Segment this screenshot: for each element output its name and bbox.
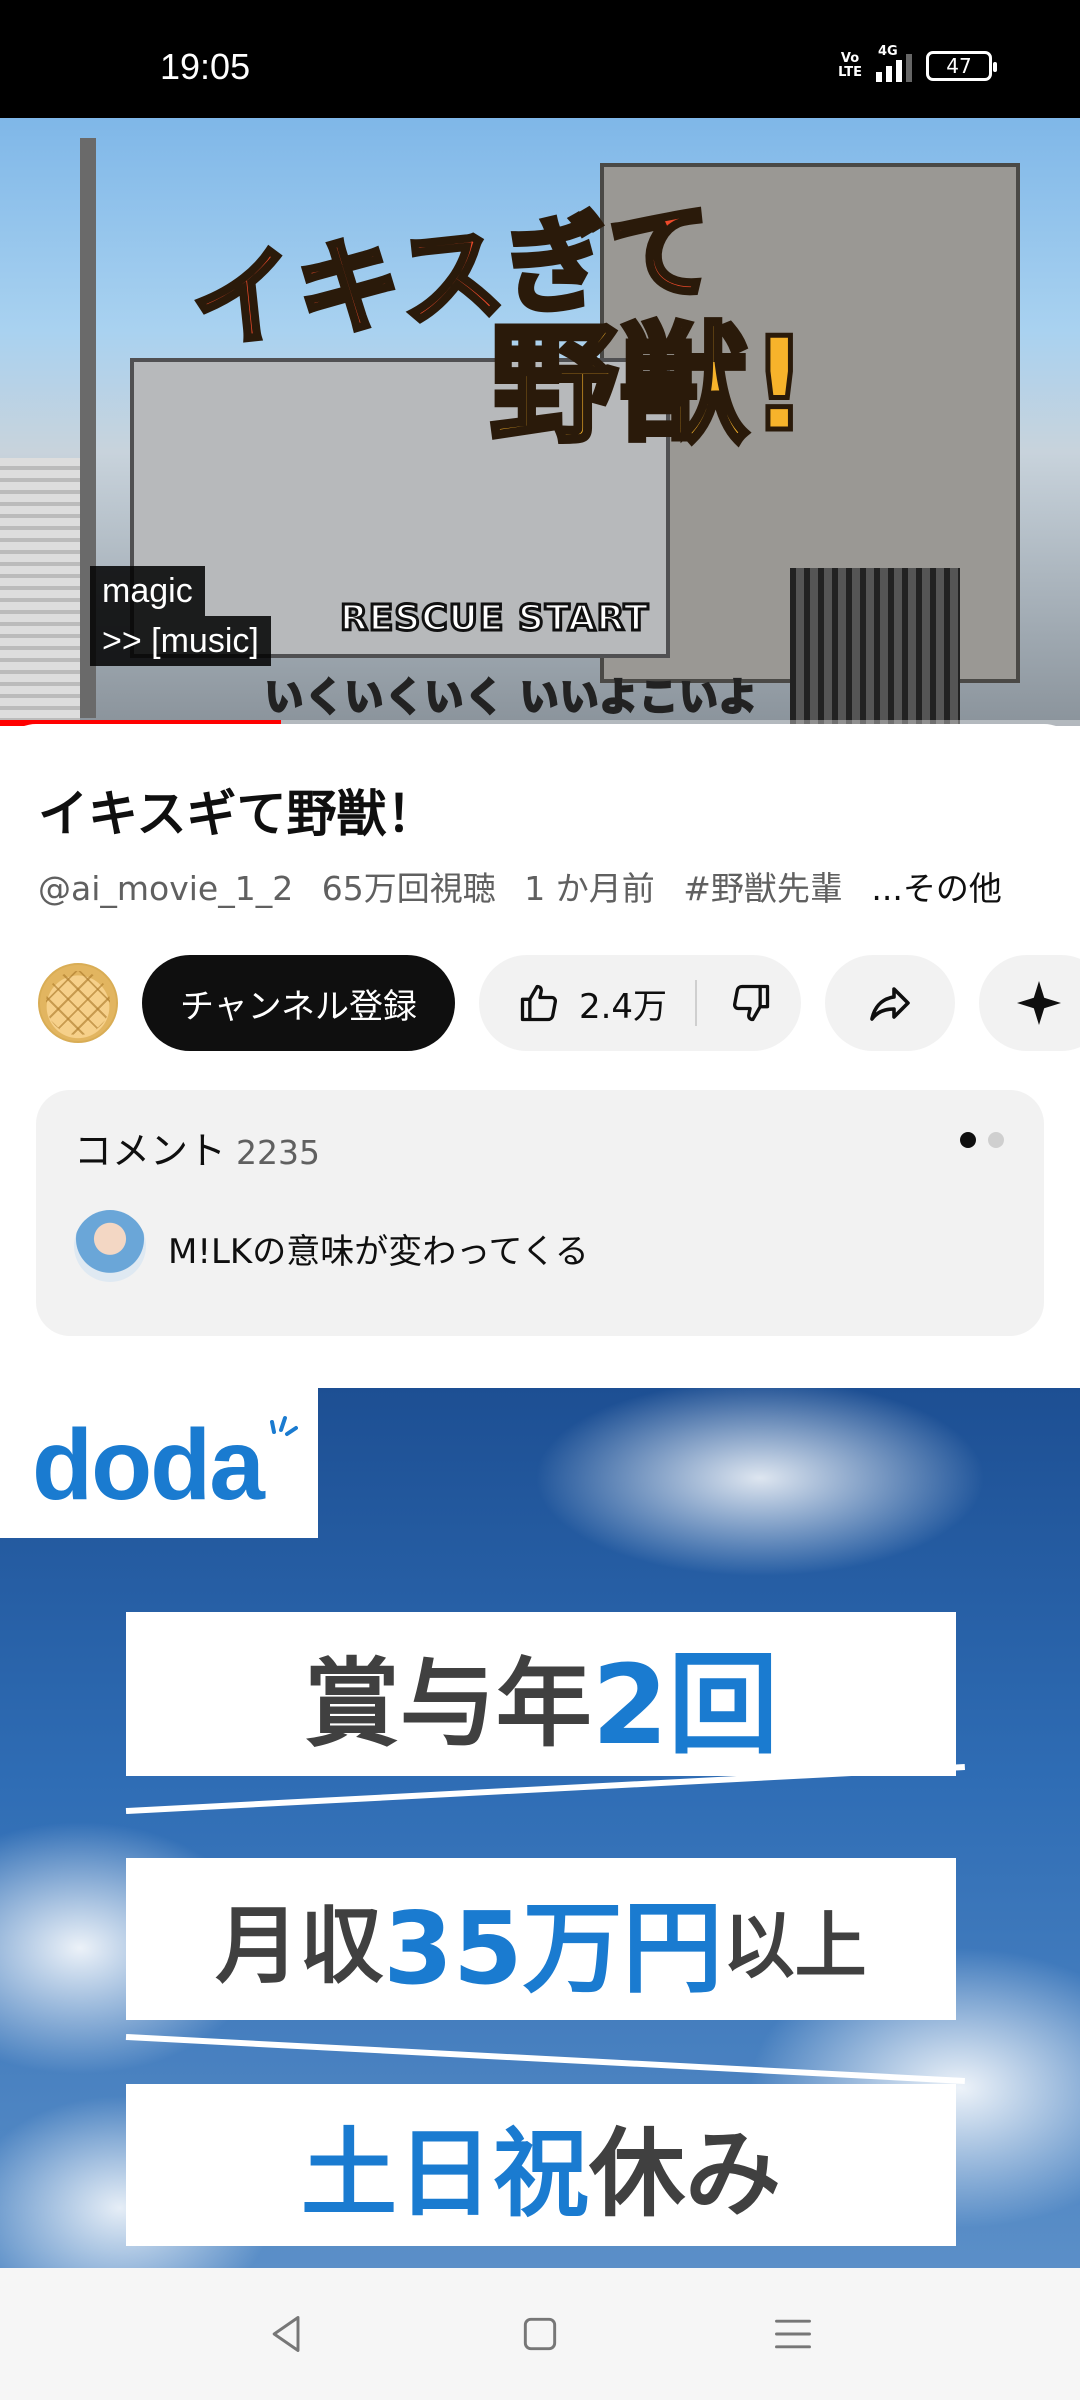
video-title[interactable]: イキスギて野獣！ — [38, 774, 437, 846]
system-nav-bar — [0, 2268, 1080, 2400]
video-title-art: イキスぎて 野獣! — [183, 186, 811, 461]
status-time: 19:05 — [160, 46, 251, 87]
channel-handle[interactable]: @ai_movie_1_2 — [38, 869, 293, 908]
video-meta[interactable]: @ai_movie_1_2 65万回視聴 1 か月前 #野獣先輩 ...その他 — [38, 862, 1002, 910]
ad-line1-dark: 賞与年 — [303, 1647, 592, 1760]
commenter-avatar — [74, 1210, 146, 1282]
ad-stripe — [125, 2034, 966, 2084]
ad-line3-dark: 休み — [589, 2117, 781, 2230]
caption-line: magic — [90, 566, 205, 616]
signal-icon: 4G — [876, 44, 912, 82]
subscribe-button[interactable]: チャンネル登録 — [142, 955, 455, 1051]
ad-line1-blue: 2回 — [591, 1641, 779, 1769]
status-icons: Vo LTE 4G 47 — [838, 44, 997, 82]
top-comment-text: M!LKの意味が変わってくる — [168, 1232, 589, 1272]
comments-title: コメント — [74, 1129, 227, 1173]
comments-count: 2235 — [236, 1133, 320, 1172]
video-player[interactable]: イキスぎて 野獣! RESCUE START いくいくいく いいよこいよ mag… — [0, 118, 1080, 726]
ad-line-salary: 月収 35万円 以上 — [126, 1858, 956, 2020]
rescue-start-text: RESCUE START — [338, 597, 650, 641]
video-gate — [790, 568, 960, 726]
ad-line-bonus: 賞与年 2回 — [126, 1614, 956, 1776]
ad-banner[interactable]: doda 賞与年 2回 月収 35万円 以上 土日祝 休み — [0, 1388, 1080, 2268]
doda-spark-icon — [270, 1416, 298, 1436]
battery-icon: 47 — [926, 51, 997, 81]
share-icon — [866, 979, 914, 1027]
comments-panel[interactable]: コメント 2235 M!LKの意味が変わってくる — [36, 1090, 1044, 1336]
back-icon[interactable] — [257, 2304, 317, 2364]
captions: magic >> [music] — [90, 566, 271, 666]
ad-line2-dark-b: 以上 — [722, 1903, 867, 1988]
ad-line2-blue: 35万円 — [383, 1889, 723, 2007]
hashtag-link[interactable]: #野獣先輩 — [683, 869, 843, 908]
caption-line: >> [music] — [90, 616, 271, 666]
like-count[interactable]: 2.4万 — [579, 979, 667, 1028]
ad-line-holidays: 土日祝 休み — [126, 2084, 956, 2246]
comments-header: コメント 2235 — [74, 1120, 320, 1175]
ad-line2-dark-a: 月収 — [215, 1896, 384, 1995]
comments-pager-dots — [960, 1132, 1004, 1148]
sparkle-icon — [1015, 979, 1063, 1027]
video-shutter — [0, 458, 80, 726]
battery-level: 47 — [946, 54, 972, 78]
network-type: 4G — [878, 44, 898, 59]
video-lyric: いくいくいく いいよこいよ — [264, 674, 759, 721]
recents-icon[interactable] — [763, 2304, 823, 2364]
view-count: 65万回視聴 — [321, 869, 496, 908]
channel-avatar[interactable] — [38, 963, 118, 1043]
upload-age: 1 か月前 — [524, 869, 655, 908]
status-bar: 19:05 Vo LTE 4G 47 — [0, 0, 1080, 118]
more-link[interactable]: ...その他 — [871, 869, 1001, 908]
doda-logo-box: doda — [0, 1388, 318, 1538]
title-art-line2: 野獣! — [487, 311, 811, 461]
share-button[interactable] — [825, 955, 956, 1051]
home-icon[interactable] — [510, 2304, 570, 2364]
thumbs-up-icon[interactable] — [517, 981, 561, 1025]
volte-icon: Vo LTE — [838, 51, 862, 80]
ad-line3-blue: 土日祝 — [301, 2117, 589, 2230]
like-divider — [695, 980, 698, 1026]
thumbs-down-icon[interactable] — [729, 981, 773, 1025]
action-row: チャンネル登録 2.4万 — [38, 954, 1080, 1052]
like-dislike-group: 2.4万 — [478, 955, 802, 1051]
ask-button[interactable] — [979, 955, 1080, 1051]
doda-logo: doda — [32, 1409, 265, 1521]
